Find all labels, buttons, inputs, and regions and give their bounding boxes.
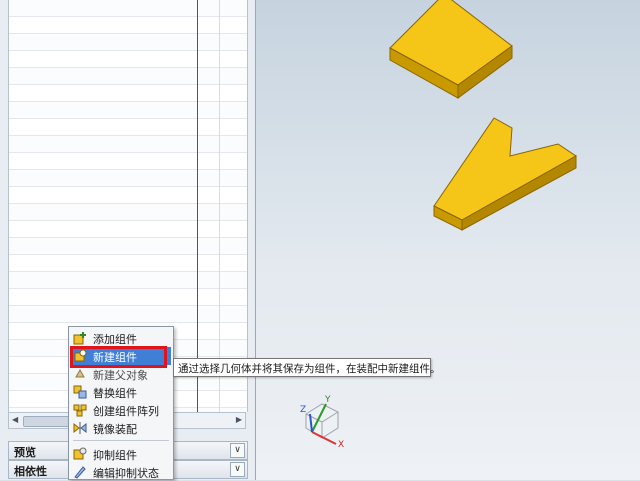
chevron-down-icon[interactable]: ∨ (230, 462, 245, 477)
suppress-component-icon (73, 447, 87, 460)
list-row[interactable] (9, 204, 247, 221)
menu-item-label: 镜像装配 (93, 423, 137, 436)
menu-item-label: 添加组件 (93, 333, 137, 346)
list-row[interactable] (9, 289, 247, 306)
list-row[interactable] (9, 85, 247, 102)
arrow-left-icon[interactable]: ◀ (12, 415, 18, 424)
tooltip: 通过选择几何体并将其保存为组件，在装配中新建组件。 (173, 358, 441, 377)
menu-item-label: 创建组件阵列 (93, 405, 159, 418)
preview-section-label: 预览 (14, 446, 36, 459)
list-row[interactable] (9, 119, 247, 136)
new-parent-icon (75, 368, 85, 378)
list-row[interactable] (9, 136, 247, 153)
triad-z-label: Z (300, 405, 307, 415)
list-row[interactable] (9, 102, 247, 119)
tooltip-text: 通过选择几何体并将其保存为组件，在装配中新建组件。 (178, 363, 441, 375)
list-row[interactable] (9, 306, 247, 323)
menu-item-edit-suppression[interactable]: 编辑抑制状态 (71, 463, 171, 481)
model-canvas (305, 0, 577, 445)
list-row[interactable] (9, 153, 247, 170)
scrollbar-thumb[interactable] (23, 416, 73, 427)
mirror-assembly-icon (73, 422, 87, 434)
coordinate-triad (305, 403, 339, 445)
menu-item-component-array[interactable]: 创建组件阵列 (71, 401, 171, 419)
triad-y-label: Y (325, 395, 331, 405)
list-row[interactable] (9, 255, 247, 272)
list-row[interactable] (9, 187, 247, 204)
list-row[interactable] (9, 238, 247, 255)
graphics-viewport[interactable]: X Y Z (256, 0, 640, 480)
arrow-right-icon[interactable]: ▶ (236, 415, 242, 424)
menu-separator (73, 440, 169, 441)
list-row[interactable] (9, 272, 247, 289)
list-row[interactable] (9, 0, 247, 17)
replace-component-icon (73, 385, 87, 399)
menu-item-label: 抑制组件 (93, 449, 137, 462)
add-component-icon (73, 332, 86, 345)
menu-item-replace-component[interactable]: 替换组件 (71, 383, 171, 401)
dependency-section-label: 相依性 (14, 465, 47, 478)
list-row[interactable] (9, 51, 247, 68)
list-row[interactable] (9, 170, 247, 187)
component-array-icon (73, 404, 87, 417)
menu-item-label: 新建父对象 (93, 369, 148, 382)
menu-item-suppress-component[interactable]: 抑制组件 (71, 445, 171, 463)
square-plate-part[interactable] (389, 0, 513, 99)
highlight-box (70, 346, 167, 368)
triad-x-label: X (338, 440, 345, 450)
column-divider[interactable] (219, 0, 220, 412)
list-row[interactable] (9, 221, 247, 238)
edit-suppression-icon (74, 466, 86, 479)
chevron-down-icon[interactable]: ∨ (230, 443, 245, 458)
column-divider[interactable] (197, 0, 198, 412)
menu-item-label: 编辑抑制状态 (93, 467, 159, 480)
menu-item-label: 替换组件 (93, 387, 137, 400)
list-row[interactable] (9, 17, 247, 34)
menu-item-mirror-assembly[interactable]: 镜像装配 (71, 419, 171, 437)
menu-item-add-component[interactable]: 添加组件 (71, 329, 171, 347)
list-row[interactable] (9, 34, 247, 51)
l-shaped-part[interactable] (433, 117, 577, 231)
list-row[interactable] (9, 68, 247, 85)
